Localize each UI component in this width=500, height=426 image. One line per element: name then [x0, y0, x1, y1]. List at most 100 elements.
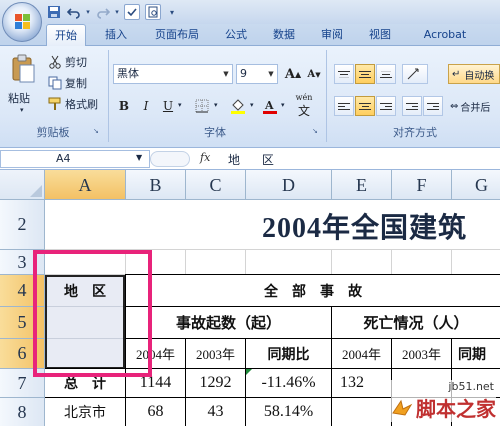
gridline: [451, 250, 452, 275]
align-middle-button[interactable]: [355, 64, 375, 84]
font-color-icon[interactable]: A: [260, 96, 280, 116]
column-header-f[interactable]: F: [392, 170, 452, 200]
cut-label: 剪切: [65, 56, 87, 69]
spelling-icon[interactable]: [124, 4, 140, 20]
column-header-a[interactable]: A: [45, 170, 126, 200]
row-header-2[interactable]: 2: [0, 200, 45, 250]
align-right-button[interactable]: [376, 96, 396, 116]
paste-icon[interactable]: [10, 54, 36, 84]
select-all-corner[interactable]: [0, 170, 45, 200]
format-painter-label: 格式刷: [65, 98, 98, 111]
save-icon[interactable]: [46, 4, 62, 20]
column-header-b[interactable]: B: [126, 170, 186, 200]
borders-dropdown-icon[interactable]: ▾: [214, 101, 218, 109]
header-yoy-deaths[interactable]: 同期: [458, 339, 500, 368]
header-2003-deaths[interactable]: 2003年: [392, 339, 451, 368]
bold-button[interactable]: B: [114, 96, 134, 116]
worksheet-grid[interactable]: A B C D E F G 2 3 4 5 6 7 8 2004年全国建筑 地 …: [0, 170, 500, 426]
undo-icon[interactable]: [66, 4, 82, 20]
increase-indent-button[interactable]: [423, 96, 443, 116]
column-header-e[interactable]: E: [332, 170, 392, 200]
wrap-text-button[interactable]: ↵ 自动换: [448, 64, 500, 84]
watermark: jb51.net 脚本之家: [391, 380, 496, 422]
column-header-c[interactable]: C: [186, 170, 246, 200]
header-yoy-count[interactable]: 同期比: [246, 339, 331, 368]
font-name-combo[interactable]: 黑体 ▼: [113, 64, 233, 84]
gridline: [331, 250, 332, 275]
cell-a8[interactable]: 北京市: [45, 398, 125, 426]
header-all-accidents[interactable]: 全 部 事 故: [126, 275, 500, 306]
svg-text:A: A: [264, 99, 274, 112]
redo-dropdown-icon[interactable]: ▾: [113, 4, 121, 20]
customize-toolbar-icon[interactable]: ▾: [166, 4, 178, 20]
error-indicator-icon[interactable]: [246, 369, 252, 375]
align-top-button[interactable]: [334, 64, 354, 84]
gridline: [391, 250, 392, 275]
sheet-title: 2004年全国建筑: [262, 213, 468, 244]
cell-d7[interactable]: -11.46%: [246, 369, 331, 397]
decrease-indent-button[interactable]: [402, 96, 422, 116]
cell-e7[interactable]: 132: [332, 369, 391, 397]
format-painter-icon: [48, 97, 62, 111]
font-launcher-icon[interactable]: ↘: [312, 127, 320, 135]
font-name-dropdown-icon[interactable]: ▼: [220, 65, 232, 83]
tab-home[interactable]: 开始: [46, 24, 86, 46]
office-button[interactable]: [2, 2, 42, 42]
tab-insert[interactable]: 插入: [98, 24, 134, 46]
tab-view[interactable]: 视图: [362, 24, 398, 46]
header-accident-count[interactable]: 事故起数（起）: [126, 307, 331, 338]
paste-dropdown-icon[interactable]: ▾: [20, 106, 24, 114]
gridline: [185, 250, 186, 275]
cut-button[interactable]: 剪切: [48, 52, 87, 72]
tab-page-layout[interactable]: 页面布局: [146, 24, 208, 46]
tab-formulas[interactable]: 公式: [218, 24, 254, 46]
font-size-combo[interactable]: 9 ▼: [236, 64, 278, 84]
watermark-site: jb51.net: [391, 380, 496, 393]
office-logo-icon: [15, 14, 30, 29]
underline-button[interactable]: U: [158, 96, 178, 116]
font-color-dropdown-icon[interactable]: ▾: [281, 101, 285, 109]
fill-color-dropdown-icon[interactable]: ▾: [250, 101, 254, 109]
underline-dropdown-icon[interactable]: ▾: [178, 101, 182, 109]
tab-review[interactable]: 审阅: [314, 24, 350, 46]
group-separator: [108, 50, 109, 142]
clipboard-launcher-icon[interactable]: ↘: [93, 127, 101, 135]
formula-scroll-handle[interactable]: [150, 151, 190, 167]
header-deaths[interactable]: 死亡情况（人）: [332, 307, 500, 338]
align-left-button[interactable]: [334, 96, 354, 116]
row-header-8[interactable]: 8: [0, 398, 45, 426]
cell-c8[interactable]: 43: [186, 398, 245, 426]
align-bottom-button[interactable]: [376, 64, 396, 84]
shrink-font-button[interactable]: A ▼: [304, 64, 324, 84]
merge-center-button[interactable]: ⇔ 合并后: [450, 96, 500, 116]
borders-icon[interactable]: [192, 96, 212, 116]
undo-dropdown-icon[interactable]: ▾: [84, 4, 92, 20]
copy-button[interactable]: 复制: [48, 73, 87, 93]
name-box-dropdown-icon[interactable]: ▼: [136, 153, 142, 162]
tab-data[interactable]: 数据: [266, 24, 302, 46]
header-2003-count[interactable]: 2003年: [186, 339, 245, 368]
highlight-annotation: [33, 250, 152, 377]
fill-color-icon[interactable]: [228, 96, 248, 116]
print-preview-icon[interactable]: [145, 4, 161, 20]
italic-button[interactable]: I: [136, 96, 156, 116]
redo-icon[interactable]: [95, 4, 111, 20]
formula-input[interactable]: 地 区: [228, 151, 274, 168]
format-painter-button[interactable]: 格式刷: [48, 94, 98, 114]
paste-button[interactable]: 粘贴: [8, 90, 30, 106]
tab-acrobat[interactable]: Acrobat: [412, 24, 478, 46]
header-2004-deaths[interactable]: 2004年: [332, 339, 391, 368]
cell-d8[interactable]: 58.14%: [246, 398, 331, 426]
name-box[interactable]: A4: [0, 150, 150, 168]
grow-font-button[interactable]: A ▲: [283, 64, 303, 84]
column-header-g[interactable]: G: [452, 170, 500, 200]
font-size-dropdown-icon[interactable]: ▼: [265, 65, 277, 83]
phonetic-guide-button[interactable]: wén 文: [292, 93, 316, 118]
orientation-button[interactable]: [402, 64, 428, 84]
copy-icon: [48, 76, 62, 90]
cell-c7[interactable]: 1292: [186, 369, 245, 397]
column-header-d[interactable]: D: [246, 170, 332, 200]
cell-b8[interactable]: 68: [126, 398, 185, 426]
insert-function-icon[interactable]: fx: [200, 151, 210, 164]
align-center-button[interactable]: [355, 96, 375, 116]
